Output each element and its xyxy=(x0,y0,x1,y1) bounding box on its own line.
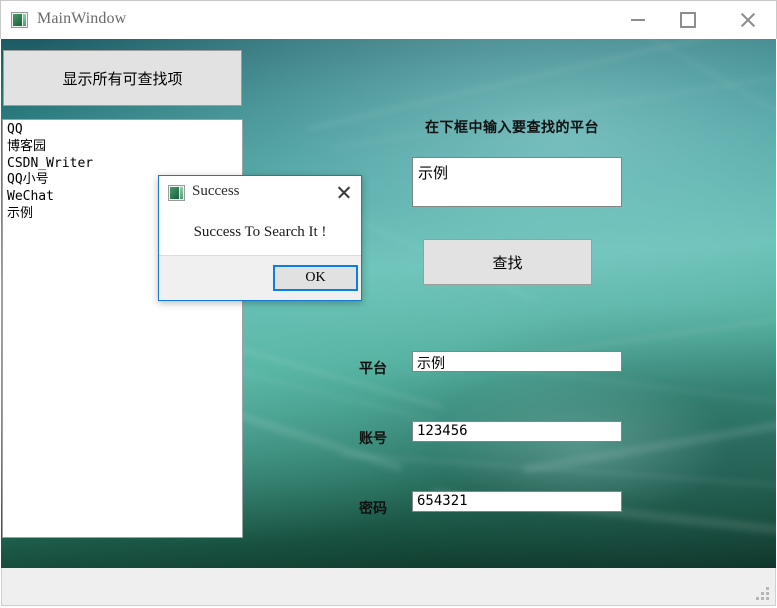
password-label: 密码 xyxy=(359,500,387,516)
resize-grip-icon[interactable] xyxy=(756,587,769,600)
dialog-close-button[interactable] xyxy=(331,180,357,206)
platform-label: 平台 xyxy=(359,360,387,376)
minimize-button[interactable] xyxy=(615,1,661,39)
dialog-message: Success To Search It ! xyxy=(159,210,361,255)
account-label: 账号 xyxy=(359,430,387,446)
app-window-icon xyxy=(168,185,185,201)
success-dialog: Success Success To Search It ! OK xyxy=(158,175,362,301)
dialog-title: Success xyxy=(192,183,240,199)
dialog-titlebar: Success xyxy=(159,176,361,210)
list-item[interactable]: 博客园 xyxy=(7,139,242,156)
search-button[interactable]: 查找 xyxy=(423,239,592,285)
window-titlebar: MainWindow xyxy=(0,0,777,39)
close-button[interactable] xyxy=(723,1,773,39)
status-bar xyxy=(1,568,776,606)
close-icon xyxy=(337,186,352,201)
app-window-icon xyxy=(11,12,28,28)
client-area: 显示所有可查找项 QQ 博客园 CSDN_Writer QQ小号 WeChat … xyxy=(1,39,776,568)
main-window: MainWindow 显示所有可查找项 QQ 博客园 CSDN_Writer Q… xyxy=(0,0,777,608)
platform-input[interactable]: 示例 xyxy=(412,351,622,372)
password-input[interactable]: 654321 xyxy=(412,491,622,512)
ok-button[interactable]: OK xyxy=(273,265,358,291)
search-prompt-label: 在下框中输入要查找的平台 xyxy=(425,119,599,135)
maximize-icon xyxy=(680,12,696,28)
list-item[interactable]: QQ xyxy=(7,122,242,139)
account-input[interactable]: 123456 xyxy=(412,421,622,442)
maximize-button[interactable] xyxy=(665,1,711,39)
close-icon xyxy=(739,11,757,29)
window-title: MainWindow xyxy=(37,10,127,27)
list-item[interactable]: CSDN_Writer xyxy=(7,156,242,173)
search-input[interactable]: 示例 xyxy=(412,157,622,207)
show-all-items-button[interactable]: 显示所有可查找项 xyxy=(3,50,242,106)
dialog-footer: OK xyxy=(159,255,361,300)
minimize-icon xyxy=(631,19,645,21)
